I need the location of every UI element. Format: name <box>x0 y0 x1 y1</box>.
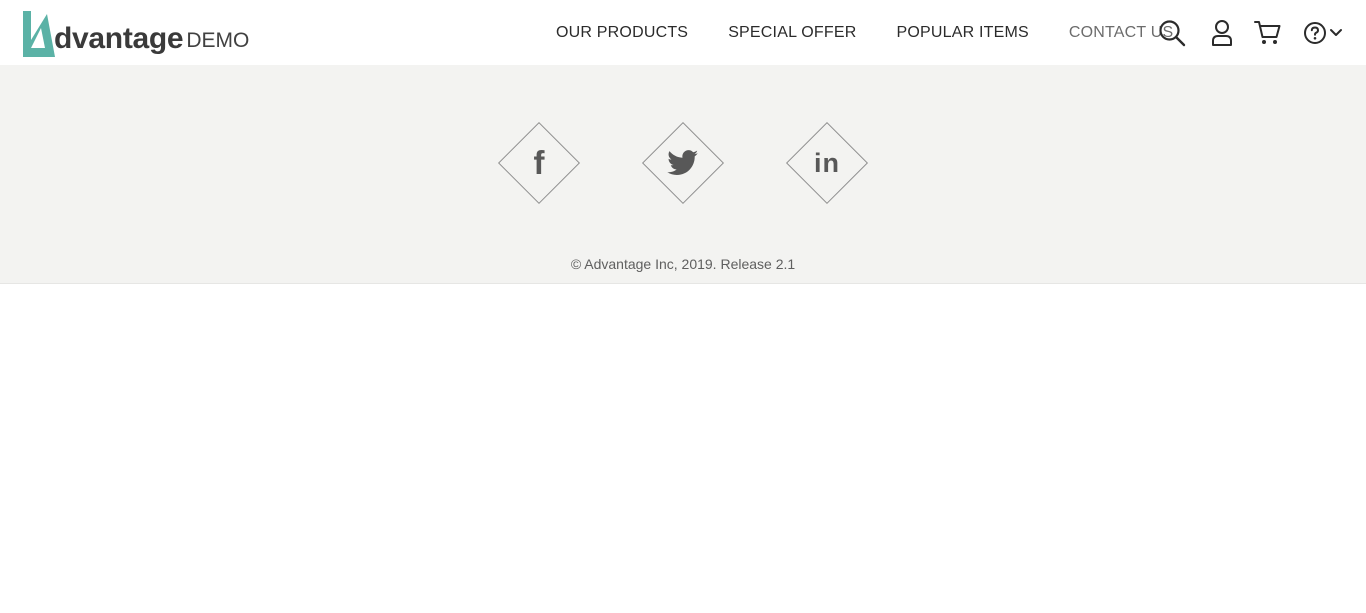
user-icon <box>1212 20 1232 46</box>
nav-special-offer[interactable]: SPECIAL OFFER <box>728 24 856 42</box>
user-menu-button[interactable] <box>1207 18 1237 48</box>
help-menu-button[interactable] <box>1300 18 1346 48</box>
logo-mark-icon <box>23 11 55 57</box>
search-button[interactable] <box>1157 18 1187 48</box>
twitter-link[interactable] <box>641 121 725 205</box>
logo[interactable]: dvantage DEMO <box>22 9 249 57</box>
nav-popular-items[interactable]: POPULAR ITEMS <box>896 24 1028 42</box>
chevron-down-icon <box>1330 29 1342 36</box>
cart-button[interactable] <box>1253 18 1283 48</box>
help-icon <box>1304 22 1326 44</box>
cart-icon <box>1254 21 1281 44</box>
search-icon <box>1159 20 1186 47</box>
linkedin-link[interactable]: in <box>785 121 869 205</box>
twitter-icon <box>642 122 724 204</box>
site-header: dvantage DEMO OUR PRODUCTS SPECIAL OFFER… <box>0 0 1366 65</box>
linkedin-icon: in <box>814 147 840 178</box>
logo-wordmark: dvantage <box>54 22 184 55</box>
nav-our-products[interactable]: OUR PRODUCTS <box>556 24 688 42</box>
copyright-text: © Advantage Inc, 2019. Release 2.1 <box>570 256 796 272</box>
facebook-icon: f <box>533 144 545 181</box>
main-nav: OUR PRODUCTS SPECIAL OFFER POPULAR ITEMS… <box>556 0 1173 65</box>
social-links: f in <box>0 121 1366 205</box>
logo-demo-label: DEMO <box>186 29 250 52</box>
facebook-link[interactable]: f <box>497 121 581 205</box>
